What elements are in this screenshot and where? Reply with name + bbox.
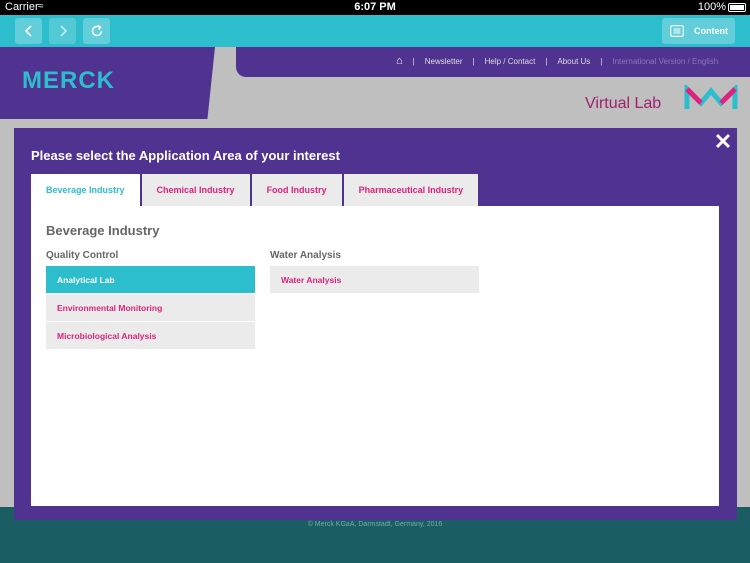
application-area-modal: Please select the Application Area of yo… [14,128,737,520]
virtual-lab-logo-icon [684,85,738,109]
battery-icon [728,3,746,12]
virtual-lab-title: Virtual Lab [585,95,662,112]
tab-pharmaceutical-industry[interactable]: Pharmaceutical Industry [343,174,479,206]
panel-title: Beverage Industry [46,223,160,238]
battery-percent: 100% [697,1,726,13]
forward-button[interactable] [49,18,76,44]
home-icon[interactable]: ⌂ [396,55,403,67]
nav-about-us[interactable]: About Us [557,57,590,66]
reload-button[interactable] [83,18,110,44]
nav-help-contact[interactable]: Help / Contact [485,57,536,66]
status-bar: Carrier ≈ 6:07 PM 100% [0,0,750,15]
chevron-right-icon [59,25,67,37]
clock: 6:07 PM [354,1,396,13]
modal-title: Please select the Application Area of yo… [31,148,340,163]
content-button[interactable]: Content [662,18,735,44]
close-icon[interactable] [713,131,733,151]
nav-language[interactable]: International Version / English [612,57,718,66]
footer-copyright: © Merck KGaA, Darmstadt, Germany, 2016 [307,521,443,528]
item-environmental-monitoring[interactable]: Environmental Monitoring [46,294,255,321]
tab-panel: Beverage Industry Quality Control Analyt… [31,206,719,506]
group-quality-control: Quality Control Analytical Lab Environme… [46,250,255,350]
item-microbiological-analysis[interactable]: Microbiological Analysis [46,322,255,349]
tab-food-industry[interactable]: Food Industry [251,174,342,206]
item-water-analysis[interactable]: Water Analysis [270,266,479,293]
tab-chemical-industry[interactable]: Chemical Industry [141,174,250,206]
industry-tabs: Beverage Industry Chemical Industry Food… [31,174,479,206]
back-button[interactable] [15,18,42,44]
nav-newsletter[interactable]: Newsletter [425,57,463,66]
group-title: Water Analysis [270,250,341,261]
top-nav: ⌂ | Newsletter | Help / Contact | About … [396,55,719,67]
merck-logo: MERCK [22,67,115,94]
list-icon [670,25,684,37]
reload-icon [91,24,102,37]
chevron-left-icon [24,25,32,37]
browser-toolbar: Content [0,15,750,47]
item-analytical-lab[interactable]: Analytical Lab [46,266,255,293]
group-title: Quality Control [46,250,119,261]
tab-beverage-industry[interactable]: Beverage Industry [31,174,140,206]
content-button-label: Content [694,26,728,36]
group-water-analysis: Water Analysis Water Analysis [270,250,479,294]
